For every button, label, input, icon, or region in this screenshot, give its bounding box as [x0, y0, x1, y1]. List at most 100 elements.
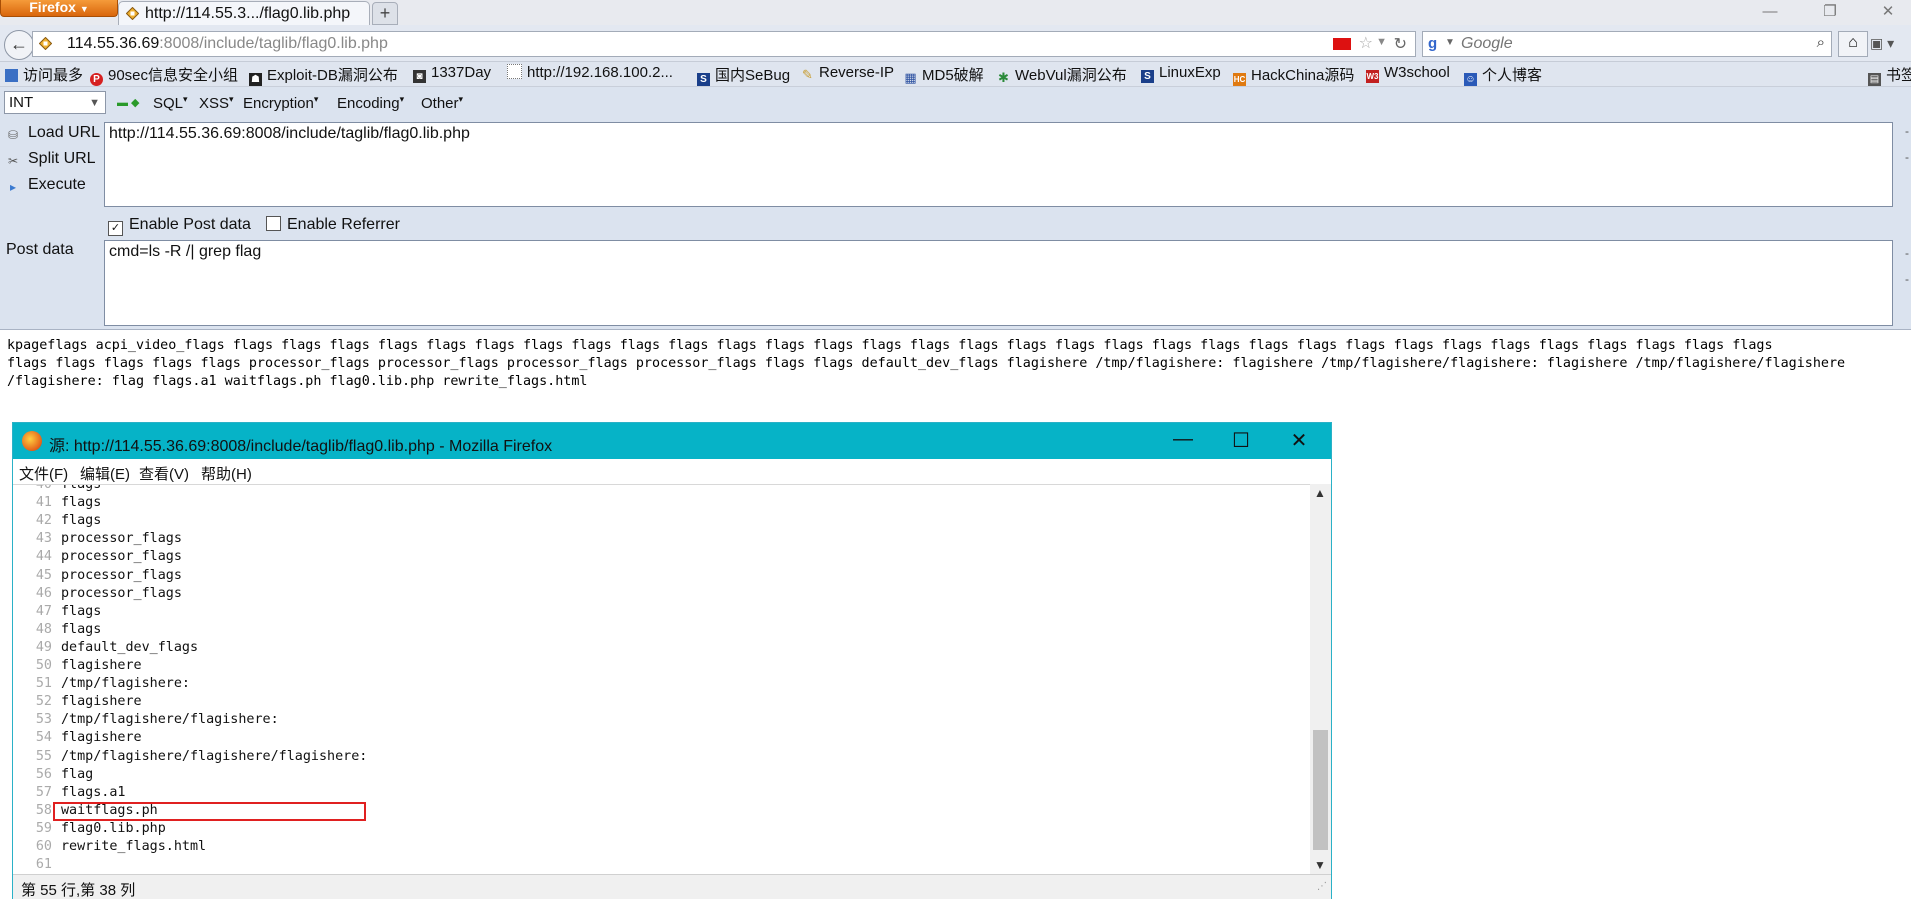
line-number: 47: [35, 603, 52, 619]
source-scrollbar[interactable]: ▲ ▼: [1310, 484, 1331, 874]
google-icon[interactable]: g: [1428, 36, 1443, 51]
line-number: 50: [35, 658, 52, 673]
search-input[interactable]: [1459, 34, 1793, 54]
line-content: rewrite_flags.html: [61, 839, 207, 854]
source-line: 59 flag0.lib.php: [13, 820, 1310, 838]
bookmark-item[interactable]: ✎ Reverse-IP: [801, 64, 894, 81]
s-icon: S: [697, 73, 710, 86]
menu-file[interactable]: 文件(F): [19, 463, 68, 484]
line-content: flags: [61, 603, 102, 619]
bookmark-icon: [5, 69, 18, 82]
source-line: 55/tmp/flagishere/flagishere/flagishere:: [13, 748, 1310, 766]
browser-tab[interactable]: http://114.55.3.../flag0.lib.php: [118, 1, 370, 26]
source-line: 60 rewrite_flags.html: [13, 838, 1310, 856]
maximize-icon[interactable]: ☐: [1221, 428, 1261, 453]
injection-type-select[interactable]: INT ▼: [4, 91, 106, 114]
search-icon[interactable]: ⌕: [1817, 34, 1825, 51]
resize-mark-icon: -: [1905, 246, 1909, 260]
line-number: 46: [35, 585, 52, 601]
line-content: /tmp/flagishere/flagishere:: [61, 712, 279, 728]
url-text[interactable]: 114.55.36.69:8008/include/taglib/flag0.l…: [67, 35, 388, 53]
search-bar[interactable]: g ▼ ⌕: [1422, 31, 1832, 57]
source-window-titlebar[interactable]: 源: http://114.55.36.69:8008/include/tagl…: [13, 423, 1331, 459]
bookmark-item[interactable]: ☗ Exploit-DB漏洞公布: [249, 64, 398, 86]
line-content: flags: [61, 621, 102, 637]
bookmark-item[interactable]: http://192.168.100.2...: [507, 64, 673, 81]
menu-sql[interactable]: SQL▾: [153, 94, 188, 112]
bookmark-item[interactable]: ☺ 个人博客: [1464, 64, 1542, 86]
source-line: 41 flags: [13, 494, 1310, 512]
checkbox-unchecked-icon[interactable]: [266, 216, 281, 231]
close-icon[interactable]: ✕: [1279, 428, 1319, 453]
menu-encoding[interactable]: Encoding▾: [337, 94, 404, 112]
source-code-view[interactable]: 40 flags 41 flags 42 flags 43 processor_flags 44…: [13, 484, 1310, 875]
search-engine-dropdown-icon[interactable]: ▼: [1445, 37, 1455, 48]
post-data-textarea[interactable]: cmd=ls -R /| grep flag: [104, 240, 1893, 326]
home-icon[interactable]: ⌂: [1838, 31, 1868, 57]
hc-icon: HC: [1233, 73, 1246, 86]
enable-referrer-checkbox[interactable]: Enable Referrer: [266, 216, 400, 234]
url-textarea[interactable]: http://114.55.36.69:8008/include/taglib/…: [104, 122, 1893, 207]
bookmark-item[interactable]: 访问最多: [5, 64, 83, 85]
pen-icon: ✎: [802, 67, 813, 82]
source-line: 48 flags: [13, 621, 1310, 639]
menu-other[interactable]: Other▾: [421, 94, 463, 112]
line-number: 52: [35, 694, 52, 710]
load-url-button[interactable]: ⛁ Load URL: [6, 124, 100, 142]
menu-xss[interactable]: XSS▾: [199, 94, 234, 112]
hackbar-toggle-icon[interactable]: ▬◆: [117, 96, 142, 109]
firefox-menu-button[interactable]: Firefox ▼: [0, 0, 118, 17]
bookmark-item[interactable]: S LinuxExp: [1141, 64, 1221, 83]
load-url-icon: ⛁: [7, 128, 19, 142]
line-content: /tmp/flagishere:: [61, 676, 190, 692]
scroll-down-icon[interactable]: ▼: [1314, 858, 1326, 872]
line-number: 40: [35, 484, 52, 492]
source-line: 44 processor_flags: [13, 548, 1310, 566]
toolbar-overflow-icon[interactable]: ▣ ▾: [1870, 31, 1911, 55]
checkbox-checked-icon[interactable]: ✓: [108, 221, 123, 236]
source-line: 50 flagishere: [13, 657, 1310, 675]
line-number: 42: [35, 513, 52, 529]
bookmark-item[interactable]: S 国内SeBug: [697, 64, 790, 86]
bookmark-item[interactable]: ✱ WebVul漏洞公布: [997, 64, 1127, 85]
menu-encryption[interactable]: Encryption▾: [243, 94, 318, 112]
bookmark-star-icon[interactable]: ☆: [1359, 33, 1373, 53]
resize-grip-icon[interactable]: ⋰: [1317, 881, 1327, 892]
resize-mark-icon: -: [1905, 272, 1909, 286]
bookmarks-menu[interactable]: ▤ 书签: [1868, 64, 1911, 86]
output-line: flags flags flags flags flags processor_…: [7, 356, 1846, 371]
menu-view[interactable]: 查看(V): [139, 463, 189, 484]
minimize-icon[interactable]: —: [1756, 2, 1784, 22]
scrollbar-thumb[interactable]: [1313, 730, 1328, 850]
split-url-button[interactable]: ✂ Split URL: [6, 150, 96, 168]
line-content: flags.a1: [61, 784, 126, 800]
restore-icon[interactable]: ❐: [1816, 2, 1844, 22]
scroll-up-icon[interactable]: ▲: [1314, 486, 1326, 500]
enable-post-checkbox[interactable]: ✓ Enable Post data: [108, 216, 251, 236]
new-tab-button[interactable]: +: [372, 2, 398, 25]
execute-button[interactable]: ▸ Execute: [6, 176, 86, 194]
line-content: processor_flags: [61, 531, 182, 547]
minimize-icon[interactable]: —: [1163, 428, 1203, 451]
line-content: processor_flags: [61, 549, 182, 565]
p-icon: P: [90, 73, 103, 86]
bookmark-item[interactable]: ▦ MD5破解: [904, 64, 983, 85]
exploit-icon: ☗: [249, 73, 262, 86]
source-line: 52 flagishere: [13, 693, 1310, 711]
bug-icon: ✱: [998, 70, 1009, 85]
line-content: flags: [61, 484, 102, 492]
bookmark-item[interactable]: W3 W3school: [1366, 64, 1450, 83]
bookmark-item[interactable]: ◙ 1337Day: [413, 64, 491, 83]
w3-icon: W3: [1366, 70, 1379, 83]
bookmark-item[interactable]: HC HackChina源码: [1233, 64, 1354, 86]
url-bar[interactable]: 114.55.36.69:8008/include/taglib/flag0.l…: [32, 31, 1416, 57]
source-line: 40 flags: [13, 484, 1310, 494]
firefox-logo-icon: [22, 431, 42, 451]
bookmark-item[interactable]: P 90sec信息安全小组: [90, 64, 238, 86]
menu-edit[interactable]: 编辑(E): [80, 463, 130, 484]
menu-help[interactable]: 帮助(H): [201, 463, 252, 484]
close-icon[interactable]: ✕: [1874, 2, 1902, 22]
reload-icon[interactable]: ↻: [1394, 34, 1407, 54]
back-arrow-icon[interactable]: ←: [4, 30, 34, 60]
history-dropdown-icon[interactable]: ▼: [1376, 36, 1387, 48]
